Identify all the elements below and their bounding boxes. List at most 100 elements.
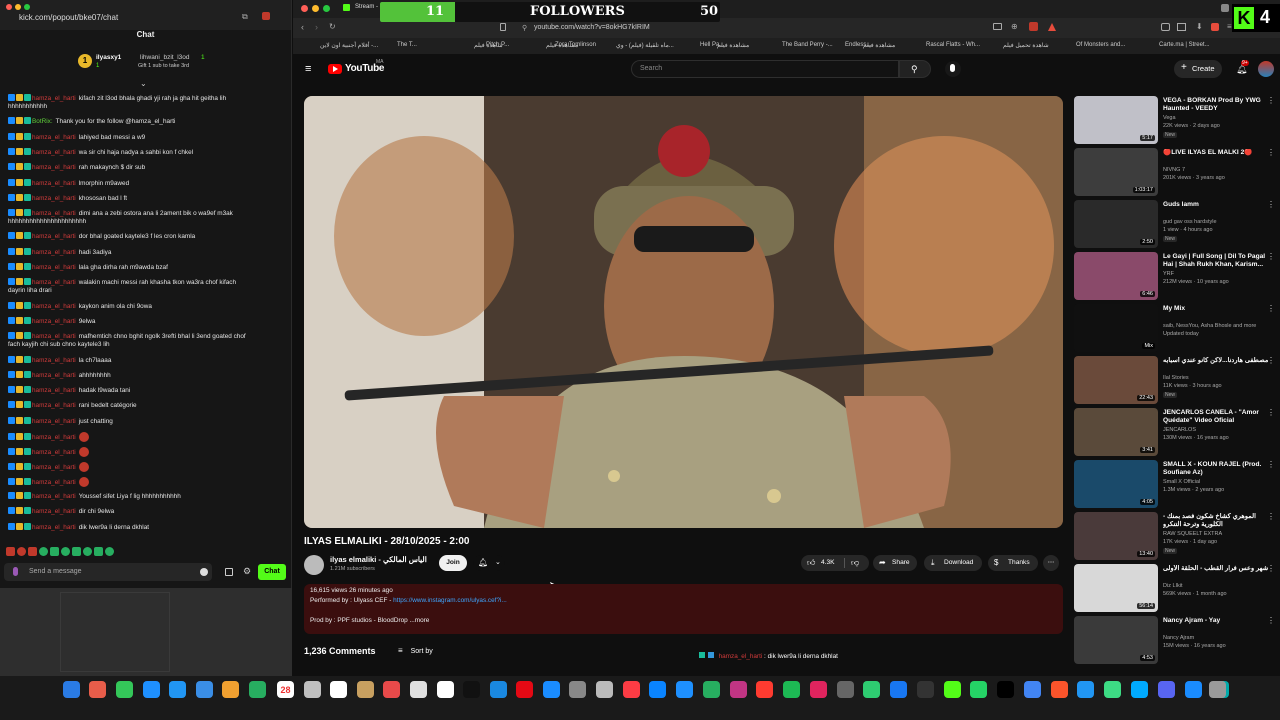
chat-username[interactable]: hamza_el_harti: [32, 372, 76, 379]
hamburger-menu-icon[interactable]: ≡: [305, 63, 311, 75]
notes-icon[interactable]: [304, 681, 321, 698]
music-icon[interactable]: [383, 681, 400, 698]
downloads-icon[interactable]: ⬇: [1196, 22, 1203, 31]
chat-username[interactable]: hamza_el_harti: [32, 164, 76, 171]
chat-username[interactable]: hamza_el_harti: [32, 249, 76, 256]
cloud-icon[interactable]: [1158, 681, 1175, 698]
finder-icon[interactable]: [63, 681, 80, 698]
instagram-link[interactable]: https://www.instagram.com/ulyas.cef?i...: [393, 597, 507, 604]
messages-icon[interactable]: [116, 681, 133, 698]
recommended-channel[interactable]: JENCARLOS: [1163, 427, 1196, 433]
reload-icon[interactable]: ↻: [329, 22, 336, 31]
video-thumbnail[interactable]: 22:43: [1074, 356, 1158, 404]
bookmark-item[interactable]: The T...: [397, 42, 417, 48]
site-info-icon[interactable]: ⚲: [522, 24, 527, 32]
recommended-channel[interactable]: saib, NessYou, Asha Bhosle and more: [1163, 323, 1256, 329]
chevron-down-icon[interactable]: ⌄: [140, 79, 147, 88]
launchpad-icon[interactable]: [89, 681, 106, 698]
chat-username[interactable]: hamza_el_harti: [32, 418, 76, 425]
chat-username[interactable]: hamza_el_harti: [32, 479, 76, 486]
video-thumbnail[interactable]: 1:03:17: [1074, 148, 1158, 196]
subscribed-button[interactable]: 🔔︎ ⌄: [473, 555, 505, 571]
avatar[interactable]: [1258, 61, 1274, 77]
more-options-icon[interactable]: ⋮: [1267, 252, 1275, 261]
bookmark-item[interactable]: أفلام أجنبية اون لاين -...: [320, 42, 378, 49]
chat-username[interactable]: hamza_el_harti: [32, 180, 76, 187]
bookmark-item[interactable]: Pitch P...: [486, 42, 509, 48]
vpn-icon[interactable]: [1051, 681, 1068, 698]
channel-avatar[interactable]: [304, 555, 324, 575]
recommended-title[interactable]: 🔴LIVE ILYAS EL MALKI 2🔴: [1163, 149, 1269, 157]
whatsapp-icon[interactable]: [944, 681, 961, 698]
numbers-icon[interactable]: [676, 681, 693, 698]
rewards-icon[interactable]: [1048, 23, 1056, 31]
chat-username[interactable]: hamza_el_harti: [32, 508, 76, 515]
calendar-app-icon[interactable]: 28: [277, 681, 294, 698]
more-options-icon[interactable]: ⋮: [1267, 616, 1275, 625]
chat-username[interactable]: hamza_el_harti: [32, 303, 76, 310]
bookmark-item[interactable]: مشاهدة فيلم: [717, 42, 749, 49]
recommended-video[interactable]: 56:14 شهر وعس فرار القطب - الحلقة الأولى D…: [1074, 564, 1279, 612]
video-thumbnail[interactable]: 4:05: [1074, 460, 1158, 508]
more-options-icon[interactable]: ⋮: [1267, 148, 1275, 157]
more-options-icon[interactable]: ⋮: [1267, 408, 1275, 417]
recommended-channel[interactable]: Ilal Stories: [1163, 375, 1189, 381]
speedtest-icon[interactable]: [890, 681, 907, 698]
settings-icon[interactable]: [569, 681, 586, 698]
recommended-title[interactable]: مصطفى هاردنا...لاكن كانو عندي أسبابه: [1163, 357, 1269, 365]
recommended-video[interactable]: 5:17 VEGA - BORKAN Prod By YWG Haunted - …: [1074, 96, 1279, 144]
close-window-button[interactable]: [6, 4, 12, 10]
chat-send-button[interactable]: Chat: [258, 564, 286, 580]
chrome-icon[interactable]: [997, 681, 1014, 698]
chat-username[interactable]: hamza_el_harti: [32, 357, 76, 364]
bookmark-item[interactable]: Carte.ma | Street...: [1159, 42, 1210, 48]
extensions-icon[interactable]: [1161, 23, 1170, 31]
recommended-title[interactable]: SMALL X - KOUN RAJEL (Prod. Soufiane Az): [1163, 461, 1269, 477]
netflix-icon[interactable]: [490, 681, 507, 698]
channel-name[interactable]: ilyas elmaliki - الياس المالكي: [330, 555, 427, 564]
emote-shortcut-icon[interactable]: [72, 547, 81, 556]
emote-shortcut-icon[interactable]: [6, 547, 15, 556]
emote-shortcut-icon[interactable]: [28, 547, 37, 556]
recommended-channel[interactable]: Diz LIkit: [1163, 583, 1183, 589]
recommended-video[interactable]: 13:40 الموهري كشاخ شكون فصد بمنك - الكلور…: [1074, 512, 1279, 560]
webcam-icon[interactable]: [1185, 681, 1202, 698]
share-button[interactable]: ➦ Share: [873, 555, 917, 571]
create-button[interactable]: + Create: [1174, 60, 1222, 78]
chat-username[interactable]: hamza_el_harti: [32, 402, 76, 409]
settings-gear-icon[interactable]: ⚙: [243, 566, 251, 577]
discord-icon[interactable]: [1131, 681, 1148, 698]
reeder-icon[interactable]: [730, 681, 747, 698]
recommended-title[interactable]: شهر وعس فرار القطب - الحلقة الأولى: [1163, 565, 1269, 573]
more-options-icon[interactable]: ⋮: [1267, 200, 1275, 209]
recommended-title[interactable]: JENCARLOS CANELA - "Amor Quédate" Video …: [1163, 409, 1269, 425]
extension-icon[interactable]: [262, 12, 270, 20]
recommended-video[interactable]: 22:43 مصطفى هاردنا...لاكن كانو عندي أسباب…: [1074, 356, 1279, 404]
more-options-icon[interactable]: ⋮: [1267, 460, 1275, 469]
chat-username[interactable]: hamza_el_harti: [32, 387, 76, 394]
more-actions-button[interactable]: ⋯: [1043, 555, 1059, 571]
cast-icon[interactable]: [993, 23, 1002, 30]
whatsapp-alt-icon[interactable]: [837, 681, 854, 698]
bookmark-item[interactable]: Rascal Flatts - Wh...: [926, 42, 980, 48]
recommended-channel[interactable]: RAW SQUEELT EXTRA: [1163, 531, 1222, 537]
recommended-video[interactable]: 2:50 Guds lamm gud gav oss hardstyle 1 view…: [1074, 200, 1279, 248]
emote-shortcut-icon[interactable]: [83, 547, 92, 556]
video-thumbnail[interactable]: 56:14: [1074, 564, 1158, 612]
messenger-icon[interactable]: [623, 681, 640, 698]
chat-username[interactable]: hamza_el_harti: [32, 464, 76, 471]
contacts-icon[interactable]: [357, 681, 374, 698]
chat-username[interactable]: hamza_el_harti: [32, 333, 76, 340]
chat-username[interactable]: hamza_el_harti: [32, 524, 76, 531]
brave-shield-icon[interactable]: [1029, 22, 1038, 31]
thanks-button[interactable]: $ Thanks: [988, 555, 1038, 571]
forward-arrow-icon[interactable]: ›: [315, 22, 318, 32]
recommended-channel[interactable]: Vega: [1163, 115, 1176, 121]
more-options-icon[interactable]: ⋮: [1267, 356, 1275, 365]
show-more-link[interactable]: ...more: [409, 617, 429, 624]
zoom-icon[interactable]: ⊕: [1011, 22, 1018, 31]
minimize-window-button[interactable]: [15, 4, 21, 10]
recommended-channel[interactable]: gud gav oss hardstyle: [1163, 219, 1217, 225]
instagram-icon[interactable]: [703, 681, 720, 698]
bookmark-item[interactable]: Zora Tomlinson: [555, 42, 596, 48]
